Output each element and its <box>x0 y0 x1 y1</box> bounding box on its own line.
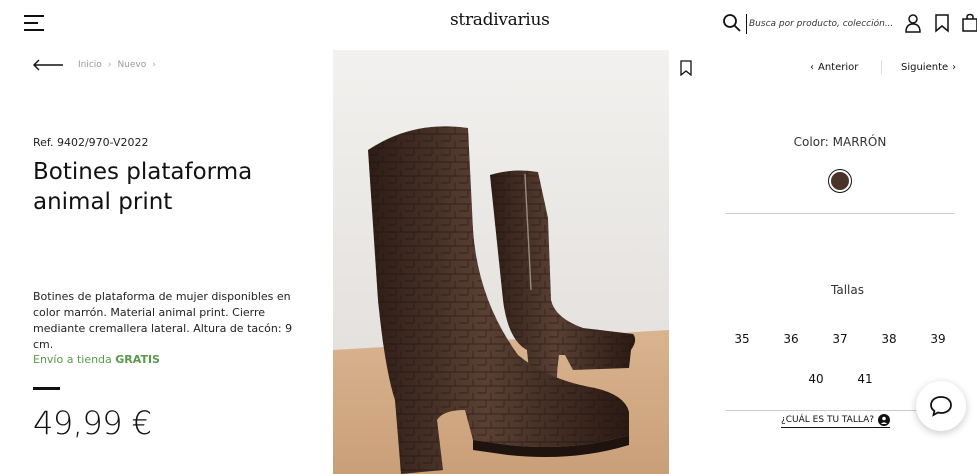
breadcrumb-inicio[interactable]: Inicio <box>78 60 102 70</box>
color-swatch-marron[interactable] <box>828 169 852 193</box>
size-option[interactable]: 37 <box>825 332 855 346</box>
search-input[interactable] <box>746 14 896 34</box>
shipping-info: Envío a tienda GRATIS <box>33 353 160 366</box>
wishlist-header-icon[interactable] <box>933 13 951 33</box>
bookmark-icon[interactable] <box>679 60 693 76</box>
product-title: Botines plataforma animal print <box>33 159 253 215</box>
color-label: Color: MARRÓN <box>793 135 887 149</box>
product-ref: Ref. 9402/970-V2022 <box>33 136 149 149</box>
chevron-right-icon: › <box>152 60 156 70</box>
size-option[interactable]: 38 <box>874 332 904 346</box>
menu-icon[interactable] <box>24 15 44 33</box>
chat-icon <box>930 396 952 417</box>
chevron-right-icon: › <box>107 60 112 70</box>
previous-label: Anterior <box>818 62 859 73</box>
logo[interactable]: stradivarius <box>450 10 550 30</box>
size-guide-label: ¿CUÁL ES TU TALLA? <box>781 415 875 425</box>
size-option[interactable]: 35 <box>727 332 757 346</box>
logo-text: stradivarius <box>450 10 550 30</box>
chevron-left-icon: ‹ <box>810 62 814 73</box>
back-arrow-icon[interactable] <box>33 59 63 71</box>
size-option[interactable]: 39 <box>923 332 953 346</box>
next-label: Siguiente <box>901 62 949 73</box>
breadcrumb-nuevo[interactable]: Nuevo <box>117 60 146 70</box>
size-option[interactable]: 40 <box>801 372 831 386</box>
divider <box>725 213 955 214</box>
price-divider <box>33 387 60 390</box>
color-swatch-fill <box>831 172 849 190</box>
size-option[interactable]: 41 <box>850 372 880 386</box>
shipping-prefix: Envío a tienda <box>33 353 116 366</box>
previous-product-link[interactable]: ‹ Anterior <box>810 62 858 73</box>
chat-button[interactable] <box>916 381 966 431</box>
search-icon[interactable] <box>722 13 742 33</box>
sizes-label: Tallas <box>831 283 864 297</box>
product-description: Botines de plataforma de mujer disponibl… <box>33 290 293 351</box>
product-image[interactable] <box>333 50 669 474</box>
user-icon[interactable] <box>904 13 922 33</box>
nav-divider <box>881 60 882 74</box>
chevron-right-icon: › <box>952 62 957 73</box>
product-price: 49,99 € <box>33 404 152 442</box>
size-guide-link[interactable]: ¿CUÁL ES TU TALLA? <box>781 414 891 428</box>
size-option[interactable]: 36 <box>776 332 806 346</box>
shipping-free: GRATIS <box>115 353 160 366</box>
header: stradivarius <box>0 0 977 50</box>
bag-icon[interactable] <box>961 13 977 33</box>
breadcrumb: Inicio › Nuevo › <box>78 60 156 70</box>
next-product-link[interactable]: Siguiente › <box>901 62 956 73</box>
size-guide-icon <box>878 414 891 426</box>
